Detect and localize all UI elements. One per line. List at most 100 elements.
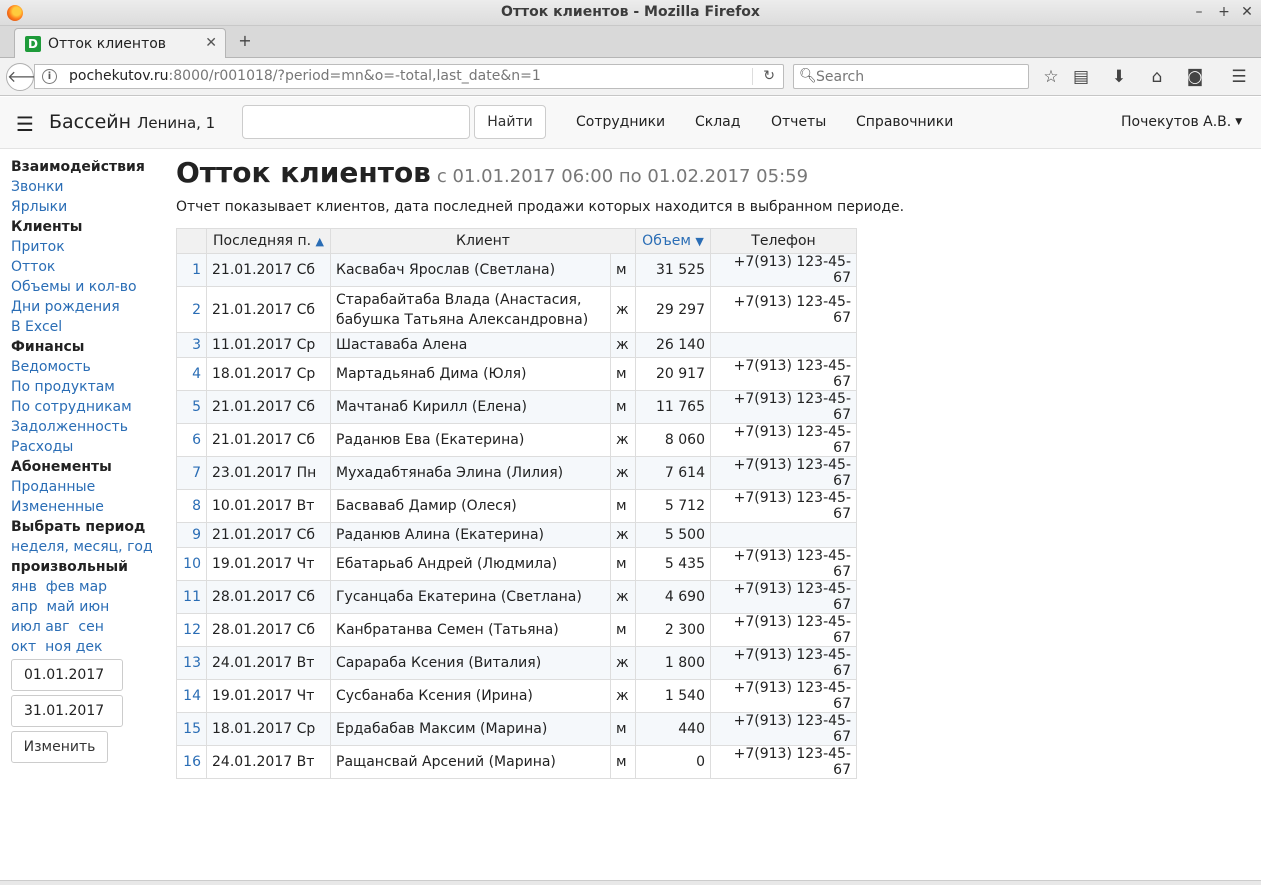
nav-reports[interactable]: Отчеты [771, 114, 826, 130]
reload-icon[interactable]: ↻ [763, 68, 775, 84]
sidebar-item-inflow[interactable]: Приток [11, 237, 161, 257]
row-volume: 5 712 [635, 489, 711, 523]
browser-search-input[interactable] [816, 67, 1016, 86]
maximize-button[interactable]: + [1215, 3, 1233, 21]
row-phone: +7(913) 123-45-67 [710, 745, 857, 779]
tab-active[interactable]: D Отток клиентов ✕ [14, 28, 226, 59]
bookmark-star-icon[interactable]: ☆ [1040, 66, 1062, 88]
sidebar-item-calls[interactable]: Звонки [11, 177, 161, 197]
month-link-may[interactable]: май [47, 599, 75, 615]
table-row: 15 18.01.2017 Ср Ердабабав Максим (Марина)… [176, 712, 857, 746]
row-number-link[interactable]: 9 [176, 522, 207, 548]
find-button[interactable]: Найти [474, 105, 546, 139]
sidebar-item-birthdays[interactable]: Дни рождения [11, 297, 161, 317]
row-number-link[interactable]: 6 [176, 423, 207, 457]
reading-list-icon[interactable]: ▤ [1070, 66, 1092, 88]
col-number [176, 228, 207, 254]
row-phone: +7(913) 123-45-67 [710, 679, 857, 713]
sidebar-item-debt[interactable]: Задолженность [11, 417, 161, 437]
url-bar[interactable]: i pochekutov.ru:8000/r001018/?period=mn&… [34, 64, 784, 89]
table-row: 10 19.01.2017 Чт Ебатарьаб Андрей (Людмила… [176, 547, 857, 581]
month-link-jun[interactable]: июн [79, 599, 109, 615]
sidebar-item-labels[interactable]: Ярлыки [11, 197, 161, 217]
row-number-link[interactable]: 12 [176, 613, 207, 647]
row-number-link[interactable]: 16 [176, 745, 207, 779]
row-number-link[interactable]: 10 [176, 547, 207, 581]
row-phone: +7(913) 123-45-67 [710, 456, 857, 490]
sidebar-item-by-employees[interactable]: По сотрудникам [11, 397, 161, 417]
month-link-feb[interactable]: фев [46, 579, 75, 595]
sidebar-item-churn[interactable]: Отток [11, 257, 161, 277]
month-row-2: апр май июн [11, 597, 161, 617]
nav-employees[interactable]: Сотрудники [576, 114, 665, 130]
row-number-link[interactable]: 13 [176, 646, 207, 680]
nav-references[interactable]: Справочники [856, 114, 953, 130]
sidebar-item-sold[interactable]: Проданные [11, 477, 161, 497]
month-link-mar[interactable]: мар [79, 579, 107, 595]
row-number-link[interactable]: 4 [176, 357, 207, 391]
row-number-link[interactable]: 3 [176, 332, 207, 358]
month-link-sep[interactable]: сен [78, 619, 103, 635]
month-link-jul[interactable]: июл [11, 619, 41, 635]
row-number-link[interactable]: 1 [176, 253, 207, 287]
table-row: 5 21.01.2017 Сб Мачтанаб Кирилл (Елена) м 11… [176, 390, 857, 424]
period-week-link[interactable]: неделя [11, 539, 64, 555]
sidebar-item-expenses[interactable]: Расходы [11, 437, 161, 457]
row-number-link[interactable]: 2 [176, 286, 207, 333]
row-last-date: 24.01.2017 Вт [206, 646, 331, 680]
period-month-link[interactable]: месяц [73, 539, 118, 555]
row-number-link[interactable]: 11 [176, 580, 207, 614]
sidebar-section-finance: Финансы [11, 339, 85, 355]
date-to-input[interactable] [11, 695, 123, 727]
window-title: Отток клиентов - Mozilla Firefox [501, 4, 760, 20]
date-from-input[interactable] [11, 659, 123, 691]
tab-close-icon[interactable]: ✕ [205, 35, 217, 51]
browser-search-box[interactable]: 🔍︎ [793, 64, 1029, 89]
minimize-button[interactable]: – [1190, 3, 1208, 21]
sidebar-item-statement[interactable]: Ведомость [11, 357, 161, 377]
row-client: Ердабабав Максим (Марина) [330, 712, 611, 746]
row-number-link[interactable]: 7 [176, 456, 207, 490]
month-link-oct[interactable]: окт [11, 639, 36, 655]
download-icon[interactable]: ⬇ [1108, 66, 1130, 88]
col-phone[interactable]: Телефон [710, 228, 857, 254]
row-last-date: 23.01.2017 Пн [206, 456, 331, 490]
new-tab-button[interactable]: + [236, 31, 254, 51]
header-search-input[interactable] [242, 105, 470, 139]
month-link-aug[interactable]: авг [45, 619, 69, 635]
table-row: 2 21.01.2017 Сб Старабайтаба Влада (Анаста… [176, 286, 857, 333]
period-year-link[interactable]: год [127, 539, 153, 555]
row-gender: ж [610, 332, 636, 358]
sidebar-item-volumes[interactable]: Объемы и кол-во [11, 277, 161, 297]
month-link-dec[interactable]: дек [76, 639, 103, 655]
row-phone: +7(913) 123-45-67 [710, 613, 857, 647]
col-last-date[interactable]: Последняя п. ▲ [206, 228, 331, 254]
menu-icon[interactable]: ☰ [1228, 66, 1250, 88]
row-volume: 31 525 [635, 253, 711, 287]
hamburger-icon[interactable]: ☰ [16, 112, 34, 136]
row-number-link[interactable]: 15 [176, 712, 207, 746]
home-icon[interactable]: ⌂ [1146, 66, 1168, 88]
month-link-nov[interactable]: ноя [45, 639, 71, 655]
month-link-apr[interactable]: апр [11, 599, 38, 615]
col-volume[interactable]: Объем ▼ [635, 228, 711, 254]
col-client[interactable]: Клиент [330, 228, 636, 254]
brand[interactable]: Бассейн Ленина, 1 [49, 111, 215, 133]
nav-warehouse[interactable]: Склад [695, 114, 740, 130]
row-number-link[interactable]: 8 [176, 489, 207, 523]
sidebar-item-excel[interactable]: В Excel [11, 317, 161, 337]
url-text[interactable]: pochekutov.ru:8000/r001018/?period=mn&o=… [69, 68, 541, 84]
pocket-icon[interactable]: ◙ [1184, 66, 1206, 88]
sidebar-item-by-products[interactable]: По продуктам [11, 377, 161, 397]
close-window-button[interactable]: ✕ [1238, 3, 1256, 21]
page-title: Отток клиентов с 01.01.2017 06:00 по 01.0… [176, 156, 808, 189]
change-period-button[interactable]: Изменить [11, 731, 108, 763]
row-number-link[interactable]: 5 [176, 390, 207, 424]
month-link-jan[interactable]: янв [11, 579, 37, 595]
row-client: Мартадьянаб Дима (Юля) [330, 357, 611, 391]
user-menu[interactable]: Почекутов А.В. ▼ [1121, 114, 1242, 130]
sidebar-item-changed[interactable]: Измененные [11, 497, 161, 517]
info-icon[interactable]: i [42, 69, 57, 84]
back-button[interactable]: 🡐 [6, 63, 50, 91]
row-number-link[interactable]: 14 [176, 679, 207, 713]
